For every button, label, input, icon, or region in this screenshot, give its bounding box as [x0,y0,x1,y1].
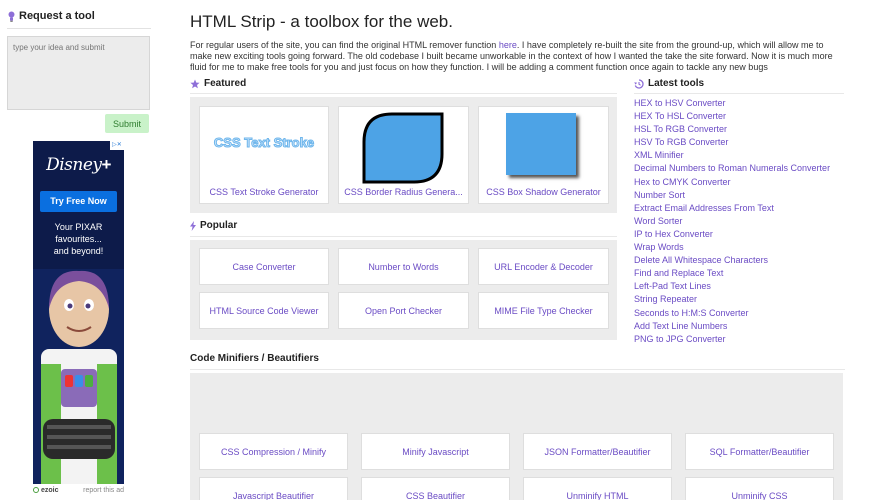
latest-tools-title: Latest tools [648,78,705,89]
divider [7,28,151,29]
ad-footer: ezoic report this ad [33,484,124,496]
latest-tool-link[interactable]: XML Minifier [634,149,844,162]
popular-tool-card[interactable]: URL Encoder & Decoder [478,248,609,285]
minifier-tool-card[interactable]: CSS Compression / Minify [199,433,348,470]
ad-copy-line: and beyond! [53,246,104,256]
ad-brand: Disney [46,155,102,175]
popular-tool-card[interactable]: HTML Source Code Viewer [199,292,329,329]
intro-text: For regular users of the site, you can f… [190,40,499,50]
original-remover-link[interactable]: here [499,40,517,50]
minifiers-heading: Code Minifiers / Beautifiers [190,353,319,364]
idea-input[interactable] [7,36,150,110]
submit-button[interactable]: Submit [105,114,149,133]
latest-tool-link[interactable]: Extract Email Addresses From Text [634,202,844,215]
request-tool-heading: Request a tool [8,10,95,22]
advertisement[interactable]: ▷✕ Disney+ Try Free Now Your PIXAR favou… [33,141,124,484]
ad-copy-line: favourites... [55,234,102,244]
minifier-tool-card[interactable]: Minify Javascript [361,433,510,470]
latest-tool-link[interactable]: HSL To RGB Converter [634,123,844,136]
page-title: HTML Strip - a toolbox for the web. [190,12,453,31]
latest-tool-link[interactable]: Hex to CMYK Converter [634,176,844,189]
latest-tool-link[interactable]: Decimal Numbers to Roman Numerals Conver… [634,162,844,175]
popular-panel: Case Converter Number to Words URL Encod… [190,240,617,340]
star-icon [190,79,200,88]
ezoic-logo: ezoic [33,487,59,494]
request-tool-title: Request a tool [19,10,95,22]
divider [190,236,617,237]
popular-tool-card[interactable]: MIME File Type Checker [478,292,609,329]
ad-copy: Your PIXAR favourites... and beyond! [33,221,124,257]
ad-copy-line: Your PIXAR [54,222,103,232]
featured-card[interactable]: CSS Text Stroke CSS Text Stroke Generato… [199,106,329,204]
ad-cta-button[interactable]: Try Free Now [40,191,117,212]
featured-title: Featured [204,78,247,89]
ad-character-image [33,269,124,484]
text-stroke-preview: CSS Text Stroke [213,135,315,151]
latest-tool-link[interactable]: Wrap Words [634,241,844,254]
latest-tool-link[interactable]: Find and Replace Text [634,267,844,280]
latest-tools-heading: Latest tools [634,78,704,89]
featured-panel: CSS Text Stroke CSS Text Stroke Generato… [190,97,617,213]
minifier-tool-card[interactable]: JSON Formatter/Beautifier [523,433,672,470]
featured-card-label: CSS Border Radius Genera... [344,187,463,197]
featured-card[interactable]: CSS Box Shadow Generator [478,106,609,204]
latest-tool-link[interactable]: Left-Pad Text Lines [634,280,844,293]
latest-tool-link[interactable]: Add Text Line Numbers [634,320,844,333]
minifier-tool-card[interactable]: Javascript Beautifier [199,477,348,500]
latest-tool-link[interactable]: IP to Hex Converter [634,228,844,241]
ad-brand-plus: + [101,155,111,174]
latest-tool-link[interactable]: HEX To HSL Converter [634,110,844,123]
adchoices-icon[interactable]: ▷✕ [110,141,124,150]
minifiers-panel: CSS Compression / Minify Minify Javascri… [190,373,843,500]
latest-tool-link[interactable]: PNG to JPG Converter [634,333,844,346]
ezoic-label: ezoic [41,486,59,494]
latest-tool-link[interactable]: HEX to HSV Converter [634,97,844,110]
border-radius-preview [362,112,444,184]
latest-tool-link[interactable]: String Repeater [634,293,844,306]
popular-title: Popular [200,220,238,231]
minifier-tool-card[interactable]: CSS Beautifier [361,477,510,500]
ezoic-icon [33,487,39,493]
minifier-tool-card[interactable]: Unminify CSS [685,477,834,500]
history-icon [634,78,644,89]
ad-brand-logo: Disney+ [33,155,124,175]
minifier-tool-card[interactable]: Unminify HTML [523,477,672,500]
intro-paragraph: For regular users of the site, you can f… [190,40,845,73]
latest-tools-list: HEX to HSV Converter HEX To HSL Converte… [634,97,844,346]
minifier-tool-card[interactable]: SQL Formatter/Beautifier [685,433,834,470]
featured-card-label: CSS Box Shadow Generator [486,187,601,197]
lightbulb-icon [8,11,15,22]
minifiers-title: Code Minifiers / Beautifiers [190,353,319,364]
latest-tool-link[interactable]: HSV To RGB Converter [634,136,844,149]
latest-tool-link[interactable]: Word Sorter [634,215,844,228]
popular-tool-card[interactable]: Case Converter [199,248,329,285]
divider [190,93,617,94]
divider [634,93,844,94]
latest-tool-link[interactable]: Number Sort [634,189,844,202]
featured-card-label: CSS Text Stroke Generator [209,187,319,197]
bolt-icon [190,220,196,231]
divider [190,369,845,370]
popular-tool-card[interactable]: Open Port Checker [338,292,469,329]
featured-card[interactable]: CSS Border Radius Genera... [338,106,469,204]
popular-heading: Popular [190,220,237,231]
box-shadow-preview [506,113,576,175]
latest-tool-link[interactable]: Seconds to H:M:S Converter [634,307,844,320]
sidebar: Request a tool Submit ▷✕ Disney+ Try Fre… [0,0,160,500]
featured-heading: Featured [190,78,246,89]
popular-tool-card[interactable]: Number to Words [338,248,469,285]
latest-tool-link[interactable]: Delete All Whitespace Characters [634,254,844,267]
report-ad-link[interactable]: report this ad [83,487,124,494]
